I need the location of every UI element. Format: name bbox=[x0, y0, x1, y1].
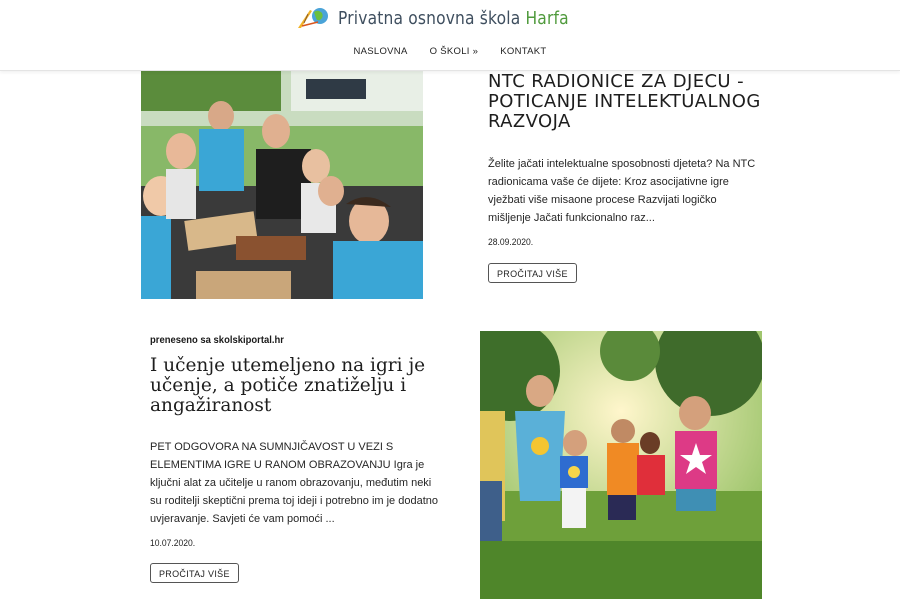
nav-item-o-skoli[interactable]: O ŠKOLI » bbox=[430, 46, 479, 57]
post-image-chess[interactable] bbox=[141, 71, 423, 299]
nav-item-naslovna[interactable]: NASLOVNA bbox=[353, 46, 407, 57]
brand-title-main: Privatna osnovna škola bbox=[337, 7, 526, 29]
post-excerpt: Želite jačati intelektualne sposobnosti … bbox=[488, 158, 756, 224]
harp-globe-logo-icon bbox=[297, 8, 328, 28]
children-running-in-park-photo-icon bbox=[480, 331, 762, 599]
post-date: 28.09.2020. bbox=[488, 237, 534, 247]
brand-title-accent: Harfa bbox=[525, 7, 569, 29]
post-date: 10.07.2020. bbox=[150, 538, 196, 548]
main-nav: NASLOVNA O ŠKOLI » KONTAKT bbox=[0, 46, 900, 57]
post-title[interactable]: NTC RADIONICE ZA DJECU - POTICANJE INTEL… bbox=[488, 72, 788, 132]
read-more-button[interactable]: PROČITAJ VIŠE bbox=[488, 263, 577, 283]
post-title[interactable]: I učenje utemeljeno na igri je učenje, a… bbox=[150, 356, 450, 416]
post-excerpt: PET ODGOVORA NA SUMNJIČAVOST U VEZI S EL… bbox=[150, 441, 438, 525]
read-more-button[interactable]: PROČITAJ VIŠE bbox=[150, 563, 239, 583]
post-source: preneseno sa skolskiportal.hr bbox=[150, 334, 284, 346]
brand-title: Privatna osnovna škola Harfa bbox=[338, 8, 569, 29]
post-image-children[interactable] bbox=[480, 331, 762, 599]
site-header: Privatna osnovna škola Harfa NASLOVNA O … bbox=[0, 0, 900, 71]
family-playing-chess-photo-icon bbox=[141, 71, 423, 299]
nav-item-kontakt[interactable]: KONTAKT bbox=[500, 46, 546, 57]
site-brand[interactable]: Privatna osnovna škola Harfa bbox=[0, 6, 900, 30]
